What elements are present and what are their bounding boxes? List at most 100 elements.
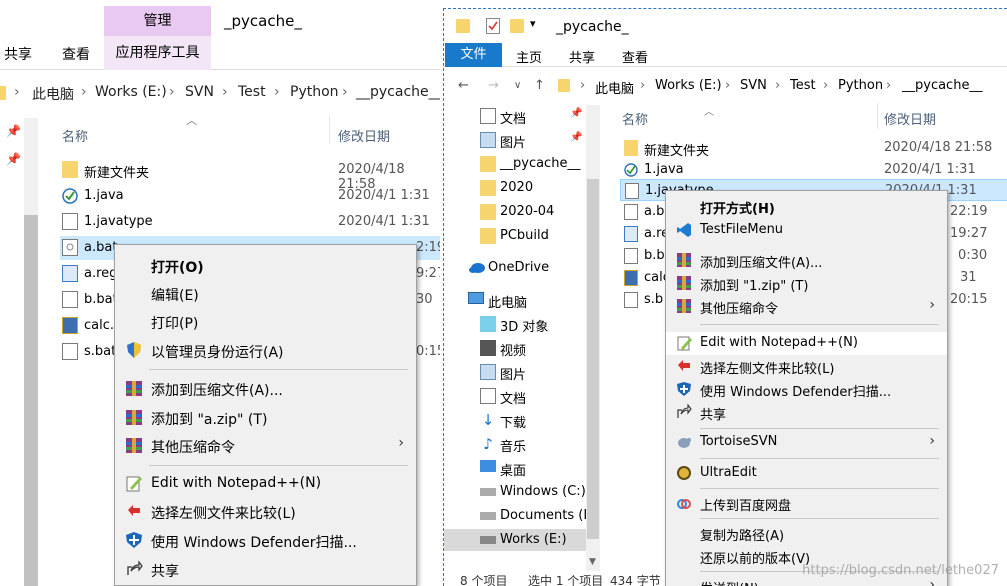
tab-file[interactable]: 文件 bbox=[445, 43, 502, 67]
back-arrow-icon[interactable]: ← bbox=[458, 78, 469, 93]
bat-file-icon bbox=[62, 239, 78, 256]
file-row[interactable]: 1.javatype 2020/4/1 1:31 bbox=[60, 210, 440, 234]
tab-share[interactable]: 共享 bbox=[4, 44, 32, 64]
tab-view[interactable]: 查看 bbox=[62, 44, 90, 64]
breadcrumb-this-pc[interactable]: 此电脑 bbox=[595, 78, 634, 97]
new-folder-icon[interactable] bbox=[510, 19, 524, 33]
menu-label: 选择左侧文件来比较(L) bbox=[700, 362, 835, 377]
tab-app-tools[interactable]: 应用程序工具 bbox=[104, 36, 211, 70]
menu-item-tortoisesvn[interactable]: TortoiseSVN › bbox=[666, 431, 947, 454]
window-title: _pycache_ bbox=[224, 12, 302, 30]
menu-item-ultraedit[interactable]: UltraEdit bbox=[666, 462, 947, 485]
tab-view[interactable]: 查看 bbox=[622, 47, 648, 66]
breadcrumb-test[interactable]: Test bbox=[790, 78, 816, 93]
menu-item-notepad[interactable]: Edit with Notepad++(N) bbox=[115, 469, 416, 497]
file-name: a.bat bbox=[84, 240, 118, 255]
menu-item-defender[interactable]: 使用 Windows Defender扫描... bbox=[115, 526, 416, 554]
menu-item-print[interactable]: 打印(P) bbox=[115, 307, 416, 335]
menu-separator bbox=[149, 369, 408, 370]
nav-item-drive-e[interactable]: Works (E:) bbox=[444, 529, 586, 551]
documents-icon bbox=[480, 388, 496, 404]
menu-item-other-compress[interactable]: 其他压缩命令 › bbox=[115, 431, 416, 459]
bat-file-icon bbox=[624, 248, 638, 264]
menu-item-compare[interactable]: 选择左侧文件来比较(L) bbox=[666, 355, 947, 378]
nav-label: 音乐 bbox=[500, 440, 527, 455]
menu-item-testfilemenu[interactable]: TestFileMenu bbox=[666, 219, 947, 242]
tab-share[interactable]: 共享 bbox=[569, 47, 595, 66]
nav-label: 桌面 bbox=[500, 464, 527, 479]
file-row[interactable]: 1.java 2020/4/1 1:31 bbox=[60, 184, 440, 208]
column-header-name[interactable]: 名称 bbox=[622, 109, 648, 128]
menu-item-defender[interactable]: 使用 Windows Defender扫描... bbox=[666, 378, 947, 401]
chevron-right-icon: › bbox=[342, 84, 348, 100]
file-name: a.reg bbox=[84, 266, 118, 281]
tab-home[interactable]: 主页 bbox=[516, 47, 542, 66]
breadcrumb-pycache[interactable]: __pycache__ bbox=[902, 78, 982, 93]
pin-icon[interactable]: 📌 bbox=[570, 108, 582, 119]
menu-item-compare[interactable]: 选择左侧文件来比较(L) bbox=[115, 497, 416, 525]
chevron-right-icon: › bbox=[775, 78, 781, 93]
menu-item-baidu-upload[interactable]: 上传到百度网盘 bbox=[666, 492, 947, 515]
menu-item-share[interactable]: 共享 bbox=[666, 401, 947, 424]
menu-item-copy-path[interactable]: 复制为路径(A) bbox=[666, 522, 947, 545]
tab-manage[interactable]: 管理 bbox=[104, 6, 211, 36]
nav-label: 文档 bbox=[500, 392, 527, 407]
menu-item-run-as-admin[interactable]: 以管理员身份运行(A) bbox=[115, 336, 416, 364]
file-row[interactable]: 新建文件夹 2020/4/18 21:58 bbox=[60, 158, 440, 192]
context-menu-left: 打开(O) 编辑(E) 打印(P) 以管理员身份运行(A) 添加到压缩文件(A)… bbox=[114, 244, 417, 586]
pin-icon[interactable]: 📌 bbox=[570, 132, 582, 143]
winrar-icon bbox=[676, 275, 692, 291]
menu-item-add-zip[interactable]: 添加到 "1.zip" (T) bbox=[666, 272, 947, 295]
column-header-name[interactable]: 名称 bbox=[62, 126, 88, 145]
folder-icon bbox=[0, 86, 6, 100]
breadcrumb-pycache[interactable]: __pycache__ bbox=[356, 84, 440, 100]
file-row[interactable]: 新建文件夹 2020/4/18 21:58 bbox=[620, 137, 1007, 159]
tortoisesvn-icon bbox=[676, 434, 692, 450]
column-header-date[interactable]: 修改日期 bbox=[338, 126, 390, 145]
breadcrumb-test[interactable]: Test bbox=[238, 84, 266, 100]
winrar-icon bbox=[676, 252, 692, 268]
scroll-down-icon[interactable]: ▼ bbox=[589, 557, 596, 567]
explorer-window-left: 管理 应用程序工具 共享 查看 _pycache_ › 此电脑 › Works … bbox=[0, 0, 440, 586]
nav-scrollbar-thumb[interactable] bbox=[24, 215, 38, 586]
reg-file-icon bbox=[624, 226, 638, 242]
forward-arrow-icon[interactable]: → bbox=[488, 78, 499, 93]
menu-item-add-archive[interactable]: 添加到压缩文件(A)... bbox=[666, 249, 947, 272]
menu-label: UltraEdit bbox=[700, 465, 757, 480]
recent-dropdown-icon[interactable]: ∨ bbox=[514, 80, 521, 91]
file-row[interactable]: 1.java 2020/4/1 1:31 bbox=[620, 159, 1007, 181]
nav-scrollbar-thumb[interactable] bbox=[587, 179, 599, 539]
breadcrumb-python[interactable]: Python bbox=[838, 78, 883, 93]
address-bar[interactable]: › 此电脑 › Works (E:) › SVN › Test › Python… bbox=[0, 78, 440, 108]
column-divider bbox=[329, 116, 330, 144]
notepad-icon bbox=[676, 335, 692, 351]
breadcrumb-svn[interactable]: SVN bbox=[185, 84, 214, 100]
quick-access-dropdown-icon[interactable]: ▾ bbox=[530, 17, 536, 30]
address-bar[interactable]: ← → ∨ ↑ › 此电脑 › Works (E:) › SVN › Test … bbox=[444, 73, 1007, 99]
folder-icon bbox=[480, 228, 496, 244]
breadcrumb-this-pc[interactable]: 此电脑 bbox=[32, 84, 74, 104]
python-file-icon bbox=[62, 317, 78, 334]
breadcrumb-works[interactable]: Works (E:) bbox=[655, 78, 722, 93]
menu-item-notepad[interactable]: Edit with Notepad++(N) bbox=[666, 332, 947, 355]
menu-item-add-zip[interactable]: 添加到 "a.zip" (T) bbox=[115, 403, 416, 431]
breadcrumb-svn[interactable]: SVN bbox=[740, 78, 767, 93]
menu-label: Edit with Notepad++(N) bbox=[151, 475, 322, 491]
breadcrumb-python[interactable]: Python bbox=[290, 84, 339, 100]
menu-item-add-archive[interactable]: 添加到压缩文件(A)... bbox=[115, 374, 416, 402]
computer-icon bbox=[468, 292, 484, 304]
menu-item-other-compress[interactable]: 其他压缩命令 › bbox=[666, 295, 947, 318]
menu-item-open-with[interactable]: 打开方式(H) bbox=[666, 195, 947, 218]
column-header-date[interactable]: 修改日期 bbox=[884, 109, 936, 128]
up-arrow-icon[interactable]: ↑ bbox=[534, 78, 545, 93]
menu-item-share[interactable]: 共享 bbox=[115, 555, 416, 583]
properties-icon[interactable] bbox=[486, 18, 500, 34]
menu-item-edit[interactable]: 编辑(E) bbox=[115, 279, 416, 307]
menu-label: 其他压缩命令 bbox=[151, 440, 235, 456]
sort-up-icon: ︿ bbox=[186, 114, 197, 127]
menu-item-open[interactable]: 打开(O) bbox=[115, 251, 416, 279]
winrar-icon bbox=[676, 298, 692, 314]
video-icon bbox=[480, 340, 496, 356]
breadcrumb-works[interactable]: Works (E:) bbox=[95, 84, 167, 100]
file-name: 1.java bbox=[644, 162, 684, 177]
